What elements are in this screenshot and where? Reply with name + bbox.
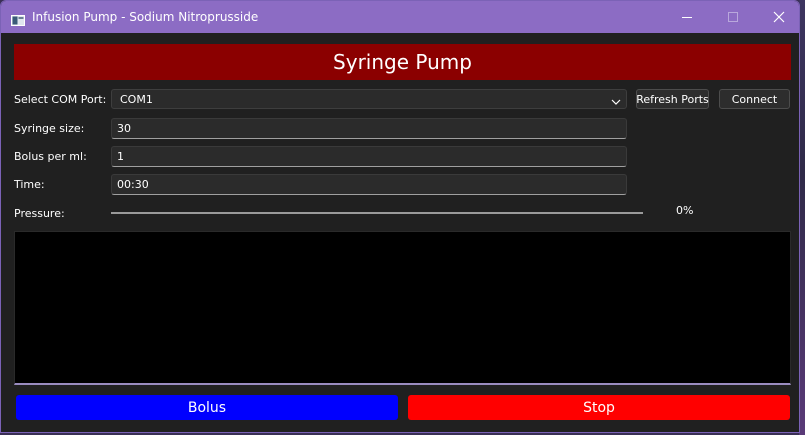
syringe-size-input[interactable] bbox=[111, 118, 627, 139]
pressure-progress-bar bbox=[111, 212, 643, 214]
bolus-per-ml-label: Bolus per ml: bbox=[14, 150, 87, 163]
connect-button[interactable]: Connect bbox=[719, 89, 790, 109]
title-bar[interactable]: Infusion Pump - Sodium Nitroprusside bbox=[1, 1, 799, 33]
close-button[interactable] bbox=[756, 1, 799, 33]
time-label: Time: bbox=[14, 178, 45, 191]
com-port-label: Select COM Port: bbox=[14, 93, 107, 106]
page-title: Syringe Pump bbox=[14, 44, 791, 80]
app-window-icon bbox=[11, 11, 25, 26]
minimize-button[interactable] bbox=[664, 1, 710, 33]
bolus-per-ml-input[interactable] bbox=[111, 146, 627, 167]
maximize-icon bbox=[728, 12, 738, 22]
minimize-icon bbox=[682, 17, 692, 18]
log-output[interactable] bbox=[14, 231, 791, 385]
maximize-button[interactable] bbox=[710, 1, 756, 33]
stop-button[interactable]: Stop bbox=[408, 395, 790, 420]
bolus-button[interactable]: Bolus bbox=[16, 395, 398, 420]
time-input[interactable] bbox=[111, 174, 627, 195]
com-port-selected: COM1 bbox=[120, 93, 153, 106]
pressure-label: Pressure: bbox=[14, 207, 65, 220]
app-window: Infusion Pump - Sodium Nitroprusside Syr… bbox=[0, 0, 800, 433]
window-title: Infusion Pump - Sodium Nitroprusside bbox=[32, 10, 259, 24]
chevron-down-icon bbox=[611, 96, 621, 109]
refresh-ports-button[interactable]: Refresh Ports bbox=[636, 89, 709, 109]
syringe-size-label: Syringe size: bbox=[14, 122, 85, 135]
com-port-select[interactable]: COM1 bbox=[111, 89, 627, 109]
close-icon bbox=[773, 11, 785, 23]
pressure-percent: 0% bbox=[676, 204, 694, 217]
